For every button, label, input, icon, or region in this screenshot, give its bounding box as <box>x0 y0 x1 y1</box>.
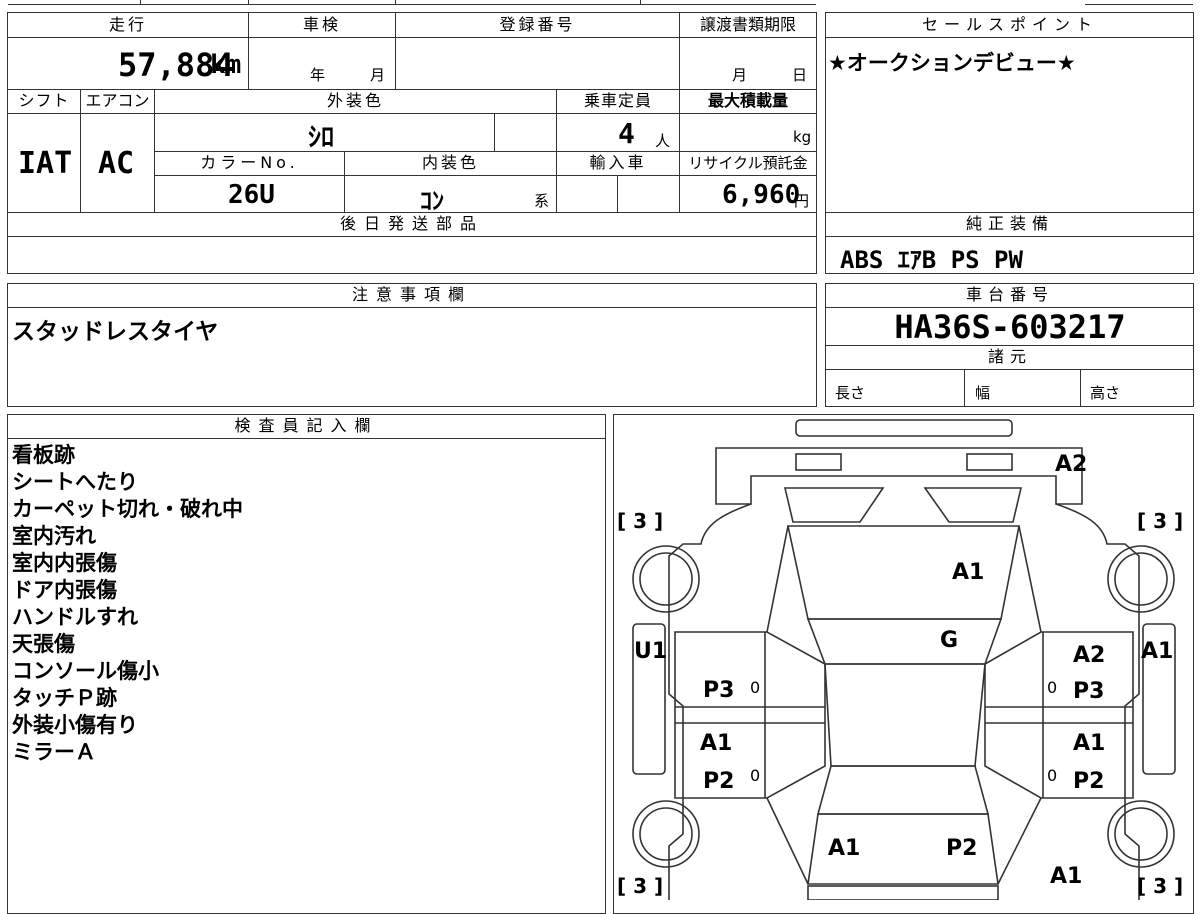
mark-right-front-door-top: A2 <box>1073 643 1106 668</box>
height-label: 高さ <box>1090 384 1121 402</box>
transfer-day: 日 <box>792 66 808 84</box>
inspection-month: 月 <box>370 66 386 84</box>
equipment-value: ABS ｴｱB PS PW <box>840 246 1023 274</box>
list-item: シートへたり <box>12 470 138 494</box>
sales-point-label: セールスポイント <box>921 15 1098 34</box>
col-line <box>1080 369 1081 407</box>
mark-left-rear-door-top: A1 <box>700 731 733 756</box>
zero-mark: 0 <box>750 678 761 697</box>
col-line <box>494 113 495 151</box>
mark-rear-left: A1 <box>828 836 861 861</box>
car-diagram <box>632 419 1176 900</box>
top-strip-line <box>8 4 816 5</box>
col-line <box>964 369 965 407</box>
aircon-label: エアコン <box>85 91 150 110</box>
mark-left-rear-door: P2 <box>703 769 735 794</box>
list-item: ドア内張傷 <box>12 578 117 602</box>
notes-label: 注意事項欄 <box>351 285 472 304</box>
row-line <box>825 37 1194 38</box>
zero-mark: 0 <box>1047 766 1058 785</box>
dimensions-label: 諸元 <box>987 347 1032 366</box>
mark-right-front-fender: A1 <box>1141 639 1174 664</box>
zero-mark: 0 <box>750 766 761 785</box>
mark-rear-right: A1 <box>1050 864 1083 889</box>
tire-front-left: [ 3 ] <box>617 509 664 533</box>
mark-front-bumper: A2 <box>1055 452 1088 477</box>
mark-hood: A1 <box>952 560 985 585</box>
zero-mark: 0 <box>1047 678 1058 697</box>
tire-rear-left: [ 3 ] <box>617 874 664 898</box>
row-line <box>7 113 817 114</box>
shift-value: IAT <box>18 146 73 181</box>
interior-suffix: 系 <box>534 192 550 210</box>
equipment-label: 純正装備 <box>965 214 1054 233</box>
capacity-value: 4 <box>618 117 635 150</box>
inspection-label: 車検 <box>302 15 341 34</box>
recycle-value: 6,960 <box>722 180 801 210</box>
mileage-unit: km <box>210 50 242 80</box>
list-item: ミラーＡ <box>12 740 96 764</box>
top-strip-divider <box>248 0 249 4</box>
recycle-label: リサイクル預託金 <box>688 154 808 172</box>
mark-right-rear-door: P2 <box>1073 769 1105 794</box>
mark-right-front-door: P3 <box>1073 679 1105 704</box>
capacity-unit: 人 <box>655 132 671 150</box>
max-load-label: 最大積載量 <box>707 91 788 110</box>
capacity-label: 乗車定員 <box>583 91 652 110</box>
exterior-color-label: 外装色 <box>326 91 384 110</box>
chassis-label: 車台番号 <box>965 285 1054 304</box>
interior-color-label: 内装色 <box>421 153 479 172</box>
length-label: 長さ <box>835 384 866 402</box>
row-line <box>825 369 1194 370</box>
list-item: コンソール傷小 <box>12 659 159 683</box>
tire-rear-right: [ 3 ] <box>1137 874 1184 898</box>
list-item: 室内内張傷 <box>12 551 117 575</box>
inspection-year: 年 <box>310 66 326 84</box>
mark-rear-center: P2 <box>946 836 978 861</box>
exterior-color-value: ｼﾛ <box>308 123 335 153</box>
chassis-number: HA36S-603217 <box>894 308 1126 346</box>
row-line <box>7 307 817 308</box>
row-line <box>825 236 1194 237</box>
list-item: タッチＰ跡 <box>12 686 117 710</box>
top-strip-divider <box>140 0 141 4</box>
top-strip-line <box>1085 4 1193 5</box>
shift-label: シフト <box>18 91 70 110</box>
mark-right-rear-door-top: A1 <box>1073 731 1106 756</box>
list-item: 外装小傷有り <box>12 713 138 737</box>
notes-text: スタッドレスタイヤ <box>12 319 219 345</box>
list-item: 看板跡 <box>12 443 75 467</box>
list-item: カーペット切れ・破れ中 <box>12 497 243 521</box>
color-no-value: 26U <box>228 180 275 210</box>
row-line <box>7 236 817 237</box>
registration-label: 登録番号 <box>499 15 576 34</box>
col-line <box>617 175 618 212</box>
tire-front-right: [ 3 ] <box>1137 509 1184 533</box>
list-item: ハンドルすれ <box>12 605 138 629</box>
row-line <box>7 37 817 38</box>
width-label: 幅 <box>975 384 991 402</box>
sales-point-text: ★オークションデビュー★ <box>828 51 1076 75</box>
aircon-value: AC <box>98 146 135 181</box>
import-label: 輸入車 <box>589 153 647 172</box>
color-no-label: カラーNo. <box>200 153 299 172</box>
mark-left-front-fender: U1 <box>634 639 668 664</box>
transfer-label: 譲渡書類期限 <box>699 15 796 34</box>
list-item: 天張傷 <box>12 632 75 656</box>
mark-left-front-door: P3 <box>703 678 735 703</box>
later-parts-label: 後日発送部品 <box>339 214 484 233</box>
interior-color-value: ｺﾝ <box>420 187 444 215</box>
transfer-month: 月 <box>732 66 748 84</box>
mark-windshield: G <box>940 628 959 653</box>
inspector-notes: 看板跡 シートへたり カーペット切れ・破れ中 室内汚れ 室内内張傷 ドア内張傷 … <box>12 442 243 766</box>
recycle-unit: 円 <box>794 192 810 210</box>
row-line <box>7 438 606 439</box>
inspector-label: 検査員記入欄 <box>234 416 379 435</box>
list-item: 室内汚れ <box>12 524 96 548</box>
max-load-unit: kg <box>793 128 812 146</box>
mileage-label: 走行 <box>108 15 147 34</box>
top-strip-divider <box>395 0 396 4</box>
row-line <box>154 175 817 176</box>
top-strip-divider <box>640 0 641 4</box>
